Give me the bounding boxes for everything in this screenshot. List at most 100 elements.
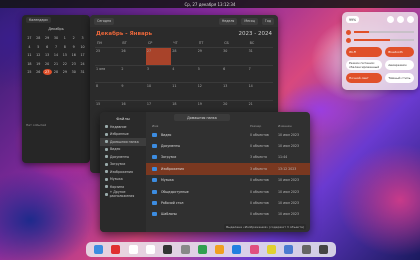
day-cell[interactable]: 2 (120, 64, 146, 83)
file-row[interactable]: Шаблоны 0 объектов 10 июл 2023 (146, 209, 310, 220)
mini-day[interactable]: 27 (42, 69, 52, 75)
mini-day[interactable]: 24 (78, 61, 87, 67)
quick-toggle[interactable]: Bluetooth (385, 47, 414, 57)
day-cell[interactable]: 31 (247, 47, 273, 65)
day-cell[interactable]: 28 (171, 47, 197, 65)
day-cell[interactable]: 12 (196, 82, 223, 100)
mini-day[interactable]: 22 (60, 61, 69, 67)
mini-day[interactable]: 19 (34, 61, 43, 67)
day-cell[interactable]: 26 (120, 47, 146, 65)
quick-toggle[interactable]: Режим питания: сбалансированный (346, 60, 383, 70)
sidebar-item[interactable]: Документы (100, 153, 146, 161)
power-icon[interactable] (407, 16, 414, 23)
mini-day[interactable]: 30 (69, 69, 78, 75)
mini-day[interactable]: 7 (52, 44, 61, 50)
week-view-button[interactable]: Неделя (218, 17, 238, 25)
today-button[interactable]: Сегодня (94, 17, 115, 25)
mini-day[interactable]: 21 (52, 61, 61, 67)
mini-day[interactable]: 26 (34, 69, 43, 75)
modified-column[interactable]: Изменён (278, 124, 304, 128)
photos-icon[interactable] (266, 245, 276, 254)
calendar-icon[interactable] (145, 245, 155, 254)
apps-grid-icon[interactable] (318, 245, 328, 254)
day-cell[interactable]: 8 (95, 82, 121, 100)
day-cell[interactable]: 29 (196, 47, 223, 65)
mini-day[interactable]: 6 (43, 44, 52, 50)
sidebar-item[interactable]: Изображения (100, 168, 146, 176)
weather-icon[interactable] (215, 245, 225, 254)
quick-toggle[interactable]: Авиарежим (385, 60, 414, 70)
mini-day[interactable]: 23 (69, 61, 78, 67)
mini-day[interactable]: 25 (25, 69, 34, 75)
sidebar-item[interactable]: Избранные (100, 131, 146, 139)
camera-icon[interactable] (232, 245, 242, 254)
mini-day[interactable]: 9 (69, 44, 78, 50)
mini-day[interactable]: 2 (69, 35, 78, 41)
quick-toggle[interactable]: Wi-Fi (346, 47, 383, 57)
day-cell[interactable]: 5 (196, 64, 223, 83)
mini-day[interactable]: 15 (60, 52, 69, 58)
settings-icon[interactable] (397, 16, 404, 23)
mail-icon[interactable] (128, 245, 138, 254)
volume-slider[interactable] (346, 36, 414, 44)
month-view-button[interactable]: Месяц (241, 17, 258, 25)
quick-toggle[interactable]: Тёмный стиль (385, 73, 414, 83)
disks-icon[interactable] (301, 245, 311, 254)
day-cell[interactable]: 14 (247, 82, 273, 100)
path-bar[interactable]: Домашняя папка (174, 114, 230, 121)
settings-icon[interactable] (180, 245, 190, 254)
clock-label[interactable]: Ср, 27 декабря 13:12:34 (185, 2, 236, 7)
brightness-slider[interactable] (346, 28, 414, 36)
mini-day[interactable]: 12 (34, 52, 43, 58)
mini-day[interactable]: 1 (60, 35, 69, 41)
chart-icon[interactable] (197, 245, 207, 254)
mini-day[interactable]: 29 (43, 35, 52, 41)
day-cell[interactable]: 1 янв (95, 64, 121, 83)
day-cell[interactable]: 3 (145, 64, 172, 83)
sidebar-item[interactable]: Видео (100, 146, 146, 154)
mini-day[interactable]: 16 (69, 52, 78, 58)
sidebar-item[interactable]: Музыка (100, 176, 146, 184)
mini-day[interactable]: 17 (78, 52, 87, 58)
files-icon[interactable] (94, 245, 104, 254)
day-cell[interactable]: 11 (171, 82, 197, 100)
day-cell[interactable]: 6 (222, 64, 248, 83)
music-icon[interactable] (249, 245, 259, 254)
mini-day[interactable]: 29 (60, 69, 69, 75)
screenshot-icon[interactable] (387, 16, 394, 23)
size-column[interactable]: Размер (250, 124, 278, 128)
mini-day[interactable]: 11 (25, 52, 34, 58)
mini-day[interactable]: 4 (25, 44, 34, 50)
file-row[interactable]: Документы 0 объектов 10 июл 2023 (146, 140, 310, 151)
terminal-icon[interactable] (163, 245, 173, 254)
mini-day[interactable]: 31 (78, 69, 87, 75)
day-cell[interactable]: 25 (95, 47, 121, 65)
mini-day[interactable]: 10 (78, 44, 87, 50)
mini-day[interactable]: 13 (43, 52, 52, 58)
file-row[interactable]: Общедоступные 0 объектов 10 июл 2023 (146, 186, 310, 197)
mini-day[interactable]: 28 (34, 35, 43, 41)
store-icon[interactable] (284, 245, 294, 254)
day-cell[interactable]: 13 (222, 82, 248, 100)
day-cell[interactable]: 27 (145, 47, 172, 65)
mini-day[interactable]: 14 (52, 52, 61, 58)
mini-day[interactable]: 30 (52, 35, 61, 41)
yandex-icon[interactable] (111, 245, 121, 254)
mini-day[interactable]: 5 (34, 44, 43, 50)
day-cell[interactable]: 9 (120, 82, 146, 100)
sidebar-item[interactable]: + Другие расположения (100, 190, 146, 198)
mini-day[interactable]: 27 (25, 35, 34, 41)
sidebar-item[interactable]: Домашняя папка (100, 138, 146, 146)
file-row[interactable]: Музыка 0 объектов 10 июл 2023 (146, 175, 310, 186)
sidebar-item[interactable]: Загрузки (100, 161, 146, 169)
mini-day[interactable]: 20 (43, 61, 52, 67)
sidebar-item[interactable]: Недавние (100, 123, 146, 131)
file-row[interactable]: Изображения 3 объекта 13:12 2023 (146, 163, 310, 175)
mini-day[interactable]: 18 (25, 61, 34, 67)
quick-toggle[interactable]: Ночной свет (346, 73, 383, 83)
name-column[interactable]: Имя (152, 124, 250, 128)
mini-day[interactable]: 28 (52, 69, 61, 75)
day-cell[interactable]: 30 (222, 47, 248, 65)
file-row[interactable]: Загрузки 3 объекта 11:44 (146, 152, 310, 163)
day-cell[interactable]: 10 (145, 82, 172, 100)
